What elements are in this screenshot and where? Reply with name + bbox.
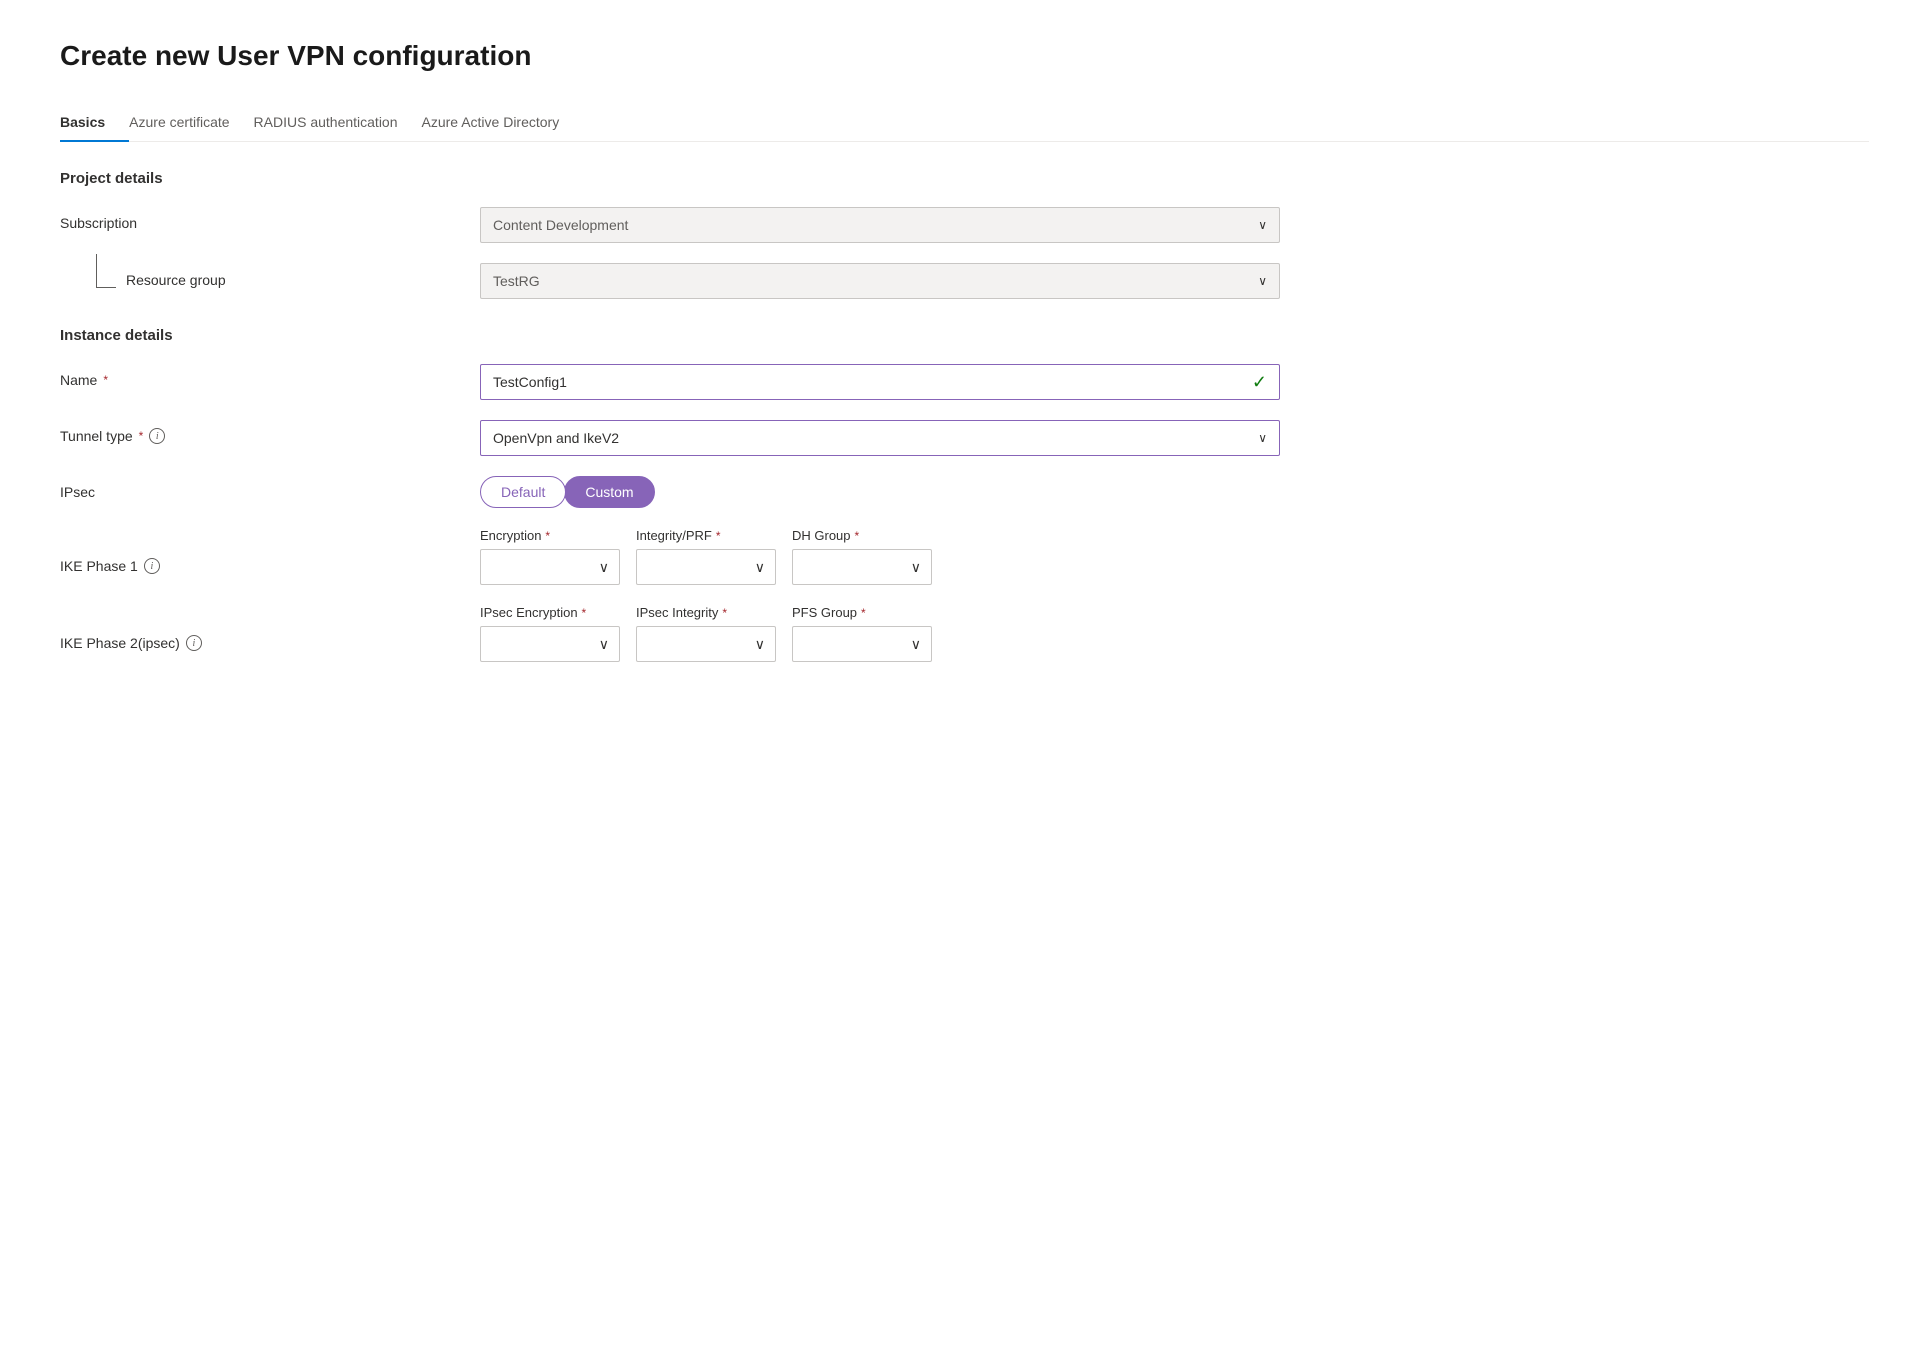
- ike-phase2-pfs-label-wrapper: PFS Group *: [792, 605, 932, 620]
- ike-phase2-pfs-required: *: [861, 606, 866, 620]
- tunnel-type-value: OpenVpn and IkeV2: [493, 430, 619, 446]
- name-required-indicator: *: [103, 373, 108, 387]
- ike-phase1-label-wrapper: IKE Phase 1 i: [60, 528, 480, 574]
- ike-phase1-info-icon[interactable]: i: [144, 558, 160, 574]
- instance-details-section: Instance details Name * TestConfig1 ✓ Tu…: [60, 327, 1869, 662]
- ike-phase2-fields: IPsec Encryption * ∨ IPsec Integrity * ∨: [480, 605, 1869, 662]
- ike-phase1-integrity-label-wrapper: Integrity/PRF *: [636, 528, 776, 543]
- ike-phase2-row: IKE Phase 2(ipsec) i IPsec Encryption * …: [60, 605, 1869, 662]
- ike-phase1-integrity-dropdown[interactable]: ∨: [636, 549, 776, 585]
- ike-phase1-fields: Encryption * ∨ Integrity/PRF * ∨: [480, 528, 1869, 585]
- ike-phase2-info-icon[interactable]: i: [186, 635, 202, 651]
- ike-phase2-ipsec-integrity-group: IPsec Integrity * ∨: [636, 605, 776, 662]
- ipsec-label: IPsec: [60, 476, 480, 500]
- tunnel-type-label-wrapper: Tunnel type * i: [60, 420, 480, 444]
- ike-phase1-row: IKE Phase 1 i Encryption * ∨ Integrity/P…: [60, 528, 1869, 585]
- name-row: Name * TestConfig1 ✓: [60, 364, 1869, 400]
- ike-phase1-dhgroup-dropdown[interactable]: ∨: [792, 549, 932, 585]
- name-input[interactable]: TestConfig1 ✓: [480, 364, 1280, 400]
- ike-phase2-ipsec-encryption-chevron-icon: ∨: [599, 636, 609, 653]
- ike-phase2-ipsec-integrity-label: IPsec Integrity: [636, 605, 718, 620]
- ike-phase2-ipsec-encryption-group: IPsec Encryption * ∨: [480, 605, 620, 662]
- resource-group-chevron-icon: ∨: [1258, 274, 1267, 288]
- ike-phase2-pfs-dropdown[interactable]: ∨: [792, 626, 932, 662]
- name-control: TestConfig1 ✓: [480, 364, 1280, 400]
- subscription-value: Content Development: [493, 217, 628, 233]
- tunnel-type-row: Tunnel type * i OpenVpn and IkeV2 ∨: [60, 420, 1869, 456]
- ike-phase2-ipsec-integrity-chevron-icon: ∨: [755, 636, 765, 653]
- ike-phase1-encryption-chevron-icon: ∨: [599, 559, 609, 576]
- ike-phase2-ipsec-encryption-required: *: [582, 606, 587, 620]
- tabs-container: Basics Azure certificate RADIUS authenti…: [60, 104, 1869, 142]
- ike-phase1-encryption-label-wrapper: Encryption *: [480, 528, 620, 543]
- ike-phase1-dhgroup-chevron-icon: ∨: [911, 559, 921, 576]
- name-label: Name: [60, 372, 97, 388]
- ike-phase1-dhgroup-required: *: [855, 529, 860, 543]
- name-valid-icon: ✓: [1252, 372, 1267, 393]
- ike-phase1-encryption-required: *: [545, 529, 550, 543]
- ike-phase1-encryption-label: Encryption: [480, 528, 541, 543]
- tab-azure-ad[interactable]: Azure Active Directory: [422, 104, 584, 142]
- resource-group-value: TestRG: [493, 273, 540, 289]
- ike-phase1-integrity-label: Integrity/PRF: [636, 528, 712, 543]
- ike-phase1-dhgroup-group: DH Group * ∨: [792, 528, 932, 585]
- tunnel-type-info-icon[interactable]: i: [149, 428, 165, 444]
- name-value: TestConfig1: [493, 374, 567, 390]
- ike-phase2-ipsec-integrity-required: *: [722, 606, 727, 620]
- subscription-row: Subscription Content Development ∨: [60, 207, 1869, 243]
- ike-phase1-encryption-dropdown[interactable]: ∨: [480, 549, 620, 585]
- project-details-section: Project details Subscription Content Dev…: [60, 170, 1869, 299]
- ipsec-default-button[interactable]: Default: [480, 476, 566, 508]
- ike-phase2-pfs-chevron-icon: ∨: [911, 636, 921, 653]
- instance-details-title: Instance details: [60, 327, 1869, 344]
- ike-phase1-integrity-required: *: [716, 529, 721, 543]
- ipsec-toggle-group: Default Custom: [480, 476, 1280, 508]
- ike-phase2-pfs-group-group: PFS Group * ∨: [792, 605, 932, 662]
- ike-phase1-dhgroup-label-wrapper: DH Group *: [792, 528, 932, 543]
- name-label-wrapper: Name *: [60, 364, 480, 388]
- project-details-title: Project details: [60, 170, 1869, 187]
- resource-group-control: TestRG ∨: [480, 263, 1280, 299]
- tab-basics[interactable]: Basics: [60, 104, 129, 142]
- tunnel-type-label: Tunnel type: [60, 428, 133, 444]
- ike-phase2-ipsec-encryption-dropdown[interactable]: ∨: [480, 626, 620, 662]
- ike-phase1-label: IKE Phase 1: [60, 558, 138, 574]
- tunnel-type-control: OpenVpn and IkeV2 ∨: [480, 420, 1280, 456]
- ike-phase1-integrity-chevron-icon: ∨: [755, 559, 765, 576]
- tab-azure-certificate[interactable]: Azure certificate: [129, 104, 253, 142]
- ike-phase1-integrity-group: Integrity/PRF * ∨: [636, 528, 776, 585]
- ike-phase1-dhgroup-label: DH Group: [792, 528, 851, 543]
- subscription-control: Content Development ∨: [480, 207, 1280, 243]
- ike-phase2-ipsec-integrity-label-wrapper: IPsec Integrity *: [636, 605, 776, 620]
- tunnel-type-required-indicator: *: [139, 429, 144, 443]
- subscription-label: Subscription: [60, 207, 480, 231]
- ike-phase2-ipsec-encryption-label: IPsec Encryption: [480, 605, 578, 620]
- ike-phase2-ipsec-integrity-dropdown[interactable]: ∨: [636, 626, 776, 662]
- resource-group-row: Resource group TestRG ∨: [60, 263, 1869, 299]
- tunnel-type-chevron-icon: ∨: [1258, 431, 1267, 445]
- page-title: Create new User VPN configuration: [60, 40, 1869, 72]
- ike-phase1-encryption-group: Encryption * ∨: [480, 528, 620, 585]
- subscription-dropdown[interactable]: Content Development ∨: [480, 207, 1280, 243]
- resource-group-label: Resource group: [126, 272, 226, 288]
- tab-radius-auth[interactable]: RADIUS authentication: [254, 104, 422, 142]
- resource-group-label-wrapper: Resource group: [60, 263, 480, 288]
- ipsec-custom-button[interactable]: Custom: [564, 476, 654, 508]
- ike-phase2-label-wrapper: IKE Phase 2(ipsec) i: [60, 605, 480, 651]
- ipsec-row: IPsec Default Custom: [60, 476, 1869, 508]
- ipsec-control: Default Custom: [480, 476, 1280, 508]
- resource-group-dropdown[interactable]: TestRG ∨: [480, 263, 1280, 299]
- tunnel-type-dropdown[interactable]: OpenVpn and IkeV2 ∨: [480, 420, 1280, 456]
- ike-phase2-pfs-label: PFS Group: [792, 605, 857, 620]
- ike-phase2-label: IKE Phase 2(ipsec): [60, 635, 180, 651]
- ike-phase2-ipsec-encryption-label-wrapper: IPsec Encryption *: [480, 605, 620, 620]
- subscription-chevron-icon: ∨: [1258, 218, 1267, 232]
